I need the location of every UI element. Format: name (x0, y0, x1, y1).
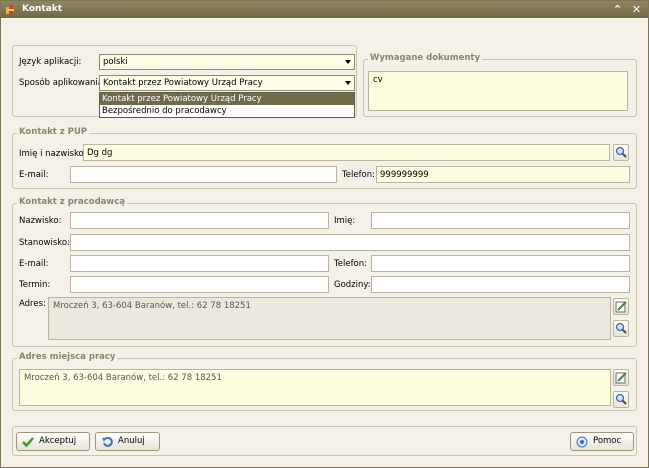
accept-label: Akceptuj (39, 436, 77, 446)
accept-button[interactable]: Akceptuj (16, 432, 90, 451)
cancel-button[interactable]: Anuluj (95, 432, 160, 451)
employer-address-field[interactable]: Mroczeń 3, 63-604 Baranów, tel.: 62 78 1… (48, 297, 611, 340)
employer-address-label: Adres: (19, 299, 46, 309)
undo-icon (102, 436, 113, 447)
employer-position-label: Stanowisko: (19, 238, 70, 248)
chevron-down-icon[interactable] (345, 81, 351, 85)
employer-phone-label: Telefon: (334, 259, 368, 269)
contact-dialog: Kontakt ⌃ ✕ Język aplikacji: polski Spos… (0, 0, 649, 468)
search-address-button[interactable] (613, 320, 629, 337)
employer-email-field[interactable] (70, 255, 329, 272)
employer-legend: Kontakt z pracodawcą (17, 197, 128, 207)
workplace-address-value: Mroczeń 3, 63-604 Baranów, tel.: 62 78 1… (24, 373, 222, 383)
method-dropdown-list: Kontakt przez Powiatowy Urząd Pracy Bezp… (99, 92, 355, 118)
method-select[interactable]: Kontakt przez Powiatowy Urząd Pracy (99, 75, 355, 91)
pup-name-field[interactable]: Dg dg (83, 144, 610, 161)
workplace-address-field[interactable]: Mroczeń 3, 63-604 Baranów, tel.: 62 78 1… (19, 369, 611, 406)
documents-legend: Wymagane dokumenty (368, 53, 483, 63)
pup-email-label: E-mail: (19, 170, 49, 180)
documents-value: cv (373, 75, 383, 85)
search-button[interactable] (613, 144, 629, 161)
language-label: Język aplikacji: (19, 57, 82, 67)
minimize-icon[interactable]: ⌃ (610, 2, 625, 17)
checkmark-icon (22, 437, 34, 448)
employer-term-label: Termin: (19, 280, 51, 290)
edit-workplace-button[interactable] (613, 369, 629, 386)
pup-phone-label: Telefon: (342, 170, 376, 180)
search-workplace-button[interactable] (613, 391, 629, 408)
window-title: Kontakt (22, 4, 63, 14)
magnifier-icon (615, 146, 627, 158)
help-button[interactable]: Pomoc (570, 432, 634, 451)
help-icon (576, 436, 588, 448)
employer-hours-label: Godziny: (334, 280, 371, 290)
title-bar[interactable]: Kontakt ⌃ ✕ (1, 1, 648, 18)
employer-surname-field[interactable] (70, 212, 329, 229)
chevron-down-icon[interactable] (345, 60, 351, 64)
close-icon[interactable]: ✕ (629, 2, 644, 17)
method-label: Sposób aplikowania: (19, 78, 106, 88)
pup-email-field[interactable] (70, 166, 337, 183)
documents-field[interactable]: cv (368, 71, 628, 111)
edit-address-button[interactable] (613, 298, 629, 315)
employer-surname-label: Nazwisko: (19, 216, 62, 226)
employer-email-label: E-mail: (19, 259, 49, 269)
workplace-legend: Adres miejsca pracy (17, 352, 118, 362)
employer-phone-field[interactable] (371, 255, 630, 272)
pup-phone-field[interactable]: 999999999 (376, 166, 630, 183)
employer-firstname-field[interactable] (371, 212, 630, 229)
employer-address-value: Mroczeń 3, 63-604 Baranów, tel.: 62 78 1… (53, 301, 251, 311)
employer-firstname-label: Imię: (334, 216, 356, 226)
language-select[interactable]: polski (99, 54, 355, 70)
method-value: Kontakt przez Powiatowy Urząd Pracy (103, 78, 263, 88)
method-option[interactable]: Kontakt przez Powiatowy Urząd Pracy (100, 93, 354, 105)
employer-term-field[interactable] (70, 276, 329, 293)
magnifier-icon (615, 322, 627, 334)
magnifier-icon (615, 393, 627, 405)
edit-icon (615, 372, 627, 384)
language-value: polski (103, 57, 128, 67)
employer-position-field[interactable] (70, 234, 630, 251)
help-label: Pomoc (593, 436, 622, 446)
method-option[interactable]: Bezpośrednio do pracodawcy (100, 105, 354, 117)
app-icon (5, 4, 16, 15)
cancel-label: Anuluj (118, 436, 145, 446)
pup-legend: Kontakt z PUP (17, 127, 90, 137)
pup-name-label: Imię i nazwisko: (19, 149, 87, 159)
employer-hours-field[interactable] (371, 276, 630, 293)
edit-icon (615, 301, 627, 313)
